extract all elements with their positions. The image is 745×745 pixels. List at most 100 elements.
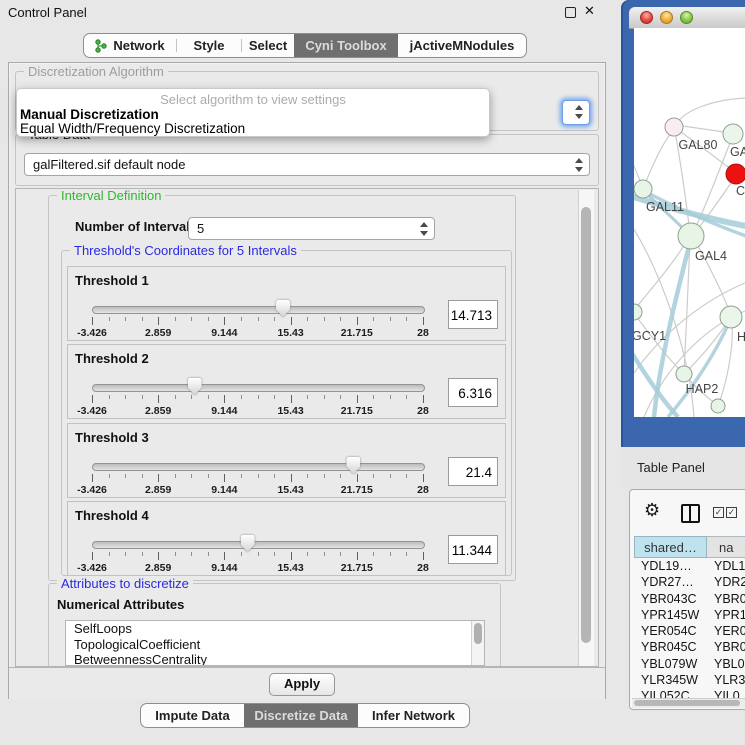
dropdown-option-manual-discretization[interactable]: Manual Discretization: [20, 107, 159, 122]
tab-style[interactable]: Style: [177, 34, 241, 57]
close-traffic-light-icon[interactable]: [640, 11, 653, 24]
tab-cyni-toolbox-label: Cyni Toolbox: [305, 38, 386, 53]
cell-shared-name[interactable]: YBR045C: [634, 640, 707, 656]
close-icon[interactable]: ✕: [584, 3, 595, 19]
cell-shared-name[interactable]: YBR043C: [634, 592, 707, 608]
slider-track[interactable]: [92, 463, 425, 471]
network-node-h[interactable]: [720, 306, 742, 328]
attribute-list-item[interactable]: SelfLoops: [66, 621, 484, 637]
network-edge[interactable]: [643, 132, 672, 189]
threshold-4-slider[interactable]: -3.4262.8599.14415.4321.71528: [92, 538, 423, 574]
tab-select[interactable]: Select: [242, 34, 294, 57]
numerical-attributes-list[interactable]: SelfLoopsTopologicalCoefficientBetweenne…: [65, 620, 485, 666]
table-scrollbar-thumb[interactable]: [634, 700, 740, 706]
slider-thumb[interactable]: [346, 457, 360, 474]
threshold-3-value-field[interactable]: 21.4: [448, 457, 498, 486]
cell-name[interactable]: YBR0: [707, 592, 745, 608]
cell-shared-name[interactable]: YDR27…: [634, 575, 707, 591]
slider-track[interactable]: [92, 306, 425, 314]
table-row[interactable]: YBR043CYBR0: [634, 592, 745, 608]
column-header-name[interactable]: na: [707, 536, 745, 558]
cell-name[interactable]: YPR1: [707, 608, 745, 624]
slider-track[interactable]: [92, 541, 425, 549]
split-columns-icon[interactable]: [681, 504, 700, 523]
apply-button[interactable]: Apply: [269, 673, 335, 696]
checkbox-icon[interactable]: ✓: [713, 507, 724, 518]
float-window-icon[interactable]: [565, 7, 576, 18]
panel-scrollbar-thumb[interactable]: [581, 207, 591, 643]
table-row[interactable]: YBR045CYBR0: [634, 640, 745, 656]
network-node-gal4[interactable]: [678, 223, 704, 249]
attribute-list-item[interactable]: TopologicalCoefficient: [66, 637, 484, 653]
tab-network[interactable]: Network: [84, 34, 176, 57]
checkbox-icon[interactable]: ✓: [726, 507, 737, 518]
cell-name[interactable]: YBR0: [707, 640, 745, 656]
cell-name[interactable]: YER0: [707, 624, 745, 640]
tab-infer-network[interactable]: Infer Network: [358, 704, 469, 727]
table-data-combobox[interactable]: galFiltered.sif default node: [24, 153, 590, 176]
tab-impute-data[interactable]: Impute Data: [141, 704, 244, 727]
slider-tick: [224, 474, 225, 482]
slider-thumb[interactable]: [188, 378, 202, 395]
threshold-2-slider[interactable]: -3.4262.8599.14415.4321.71528: [92, 381, 423, 417]
network-node-gal[interactable]: [723, 124, 743, 144]
cell-name[interactable]: YDR2: [707, 575, 745, 591]
network-edge[interactable]: [694, 178, 734, 234]
cell-shared-name[interactable]: YIL052C: [634, 689, 707, 698]
gear-icon[interactable]: ⚙: [644, 501, 660, 519]
column-header-shared[interactable]: shared…: [634, 536, 707, 558]
dropdown-option-equal-width-frequency[interactable]: Equal Width/Frequency Discretization: [20, 121, 245, 136]
tab-cyni-toolbox[interactable]: Cyni Toolbox: [294, 34, 398, 57]
threshold-1-slider[interactable]: -3.4262.8599.14415.4321.71528: [92, 303, 423, 339]
network-canvas[interactable]: GAL80GALCGAL11GAL4GCY1HHAP2: [634, 28, 745, 417]
table-row[interactable]: YLR345WYLR3: [634, 673, 745, 689]
cell-shared-name[interactable]: YPR145W: [634, 608, 707, 624]
cell-shared-name[interactable]: YBL079W: [634, 657, 707, 673]
table-row[interactable]: YDL19…YDL1: [634, 559, 745, 575]
slider-ticks: [92, 474, 423, 482]
threshold-2-value-field[interactable]: 6.316: [448, 378, 498, 407]
network-node-gal11[interactable]: [634, 180, 652, 198]
network-node-gcy1[interactable]: [634, 304, 642, 320]
network-window-titlebar[interactable]: [629, 7, 745, 29]
minimize-traffic-light-icon[interactable]: [660, 11, 673, 24]
table-row[interactable]: YER054CYER0: [634, 624, 745, 640]
cell-name[interactable]: YBL0: [707, 657, 745, 673]
list-scrollbar[interactable]: [471, 621, 484, 665]
attribute-list-item[interactable]: BetweennessCentrality: [66, 652, 484, 666]
table-horizontal-scrollbar[interactable]: [632, 698, 745, 708]
slider-ticks: [92, 395, 423, 403]
slider-tick: [390, 552, 391, 556]
table-row[interactable]: YPR145WYPR1: [634, 608, 745, 624]
slider-thumb[interactable]: [241, 535, 255, 552]
network-node[interactable]: [711, 399, 725, 413]
table-row[interactable]: YDR27…YDR2: [634, 575, 745, 591]
network-node-gal80[interactable]: [665, 118, 683, 136]
network-node-hap2[interactable]: [676, 366, 692, 382]
table-rows: YDL19…YDL1YDR27…YDR2YBR043CYBR0YPR145WYP…: [634, 559, 745, 698]
network-node-c[interactable]: [726, 164, 745, 184]
cell-name[interactable]: YDL1: [707, 559, 745, 575]
list-scrollbar-thumb[interactable]: [474, 623, 482, 644]
algorithm-combobox[interactable]: [562, 100, 590, 125]
tab-jactivemnodules[interactable]: jActiveMNodules: [398, 34, 526, 57]
cell-name[interactable]: YIL0: [707, 689, 745, 698]
network-edge[interactable]: [676, 125, 730, 133]
threshold-4-value-field[interactable]: 11.344: [448, 535, 498, 564]
table-row[interactable]: YBL079WYBL0: [634, 657, 745, 673]
tab-discretize-data[interactable]: Discretize Data: [244, 704, 358, 727]
threshold-4-block: Threshold 4 -3.4262.8599.14415.4321.7152…: [67, 501, 506, 576]
number-of-intervals-combobox[interactable]: 5: [188, 217, 435, 240]
zoom-traffic-light-icon[interactable]: [680, 11, 693, 24]
cell-name[interactable]: YLR3: [707, 673, 745, 689]
table-row[interactable]: YIL052CYIL0: [634, 689, 745, 698]
panel-scrollbar[interactable]: [578, 190, 594, 666]
slider-thumb[interactable]: [276, 300, 290, 317]
cell-shared-name[interactable]: YER054C: [634, 624, 707, 640]
cell-shared-name[interactable]: YDL19…: [634, 559, 707, 575]
threshold-3-slider[interactable]: -3.4262.8599.14415.4321.71528: [92, 460, 423, 496]
slider-track[interactable]: [92, 384, 425, 392]
cell-shared-name[interactable]: YLR345W: [634, 673, 707, 689]
network-edge[interactable]: [676, 98, 745, 125]
threshold-1-value-field[interactable]: 14.713: [448, 300, 498, 329]
